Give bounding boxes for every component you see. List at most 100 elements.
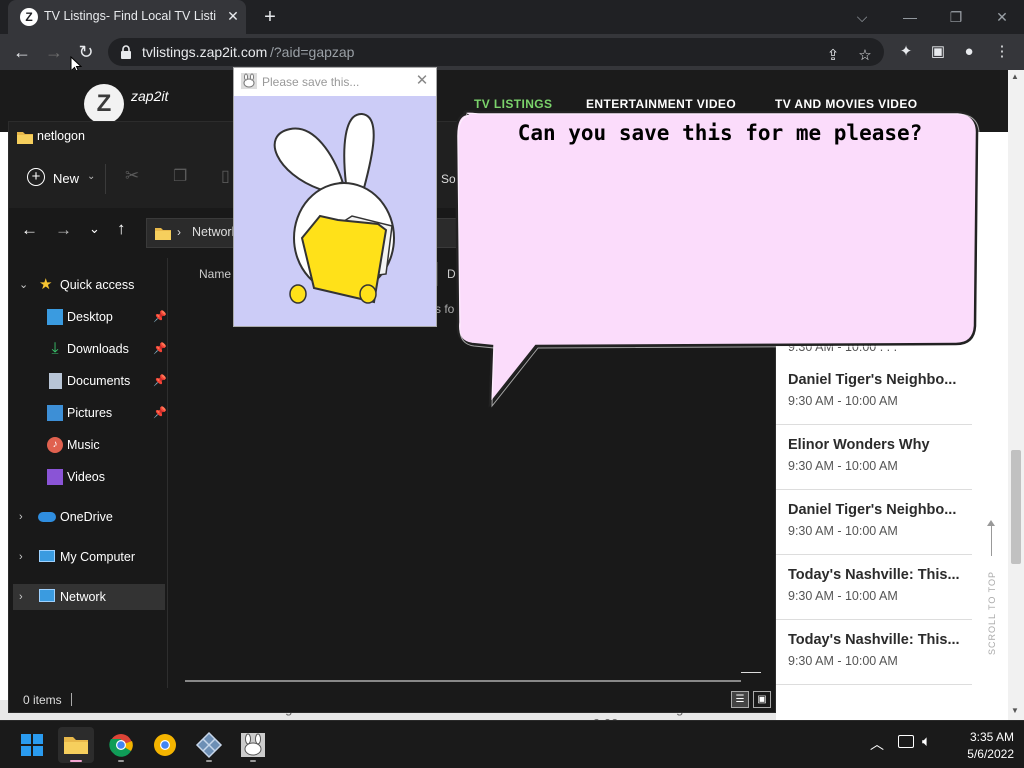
expand-chevron-icon[interactable]: ⌄ — [19, 272, 28, 298]
large-icons-view-icon[interactable]: ▣ — [753, 691, 771, 708]
show-time: 9:30 AM - 10:00 AM — [788, 589, 898, 603]
bookmark-star-icon[interactable]: ☆ — [854, 45, 876, 67]
nav-item-label: OneDrive — [60, 510, 113, 524]
cloud-icon — [38, 512, 56, 522]
extensions-icon[interactable]: ✦ — [895, 41, 917, 63]
breadcrumb-network[interactable]: Network — [192, 225, 238, 239]
windows-logo-icon — [21, 734, 43, 756]
back-icon[interactable]: ← — [10, 41, 34, 63]
folder-icon — [155, 228, 171, 240]
nav-network[interactable]: › Network — [13, 584, 165, 610]
nav-item-label: Quick access — [60, 278, 135, 292]
expand-chevron-icon[interactable]: › — [19, 544, 23, 570]
details-view-icon[interactable]: ☰ — [731, 691, 749, 708]
pin-icon: 📌 — [153, 343, 167, 355]
up-folder-icon[interactable]: ↑ — [117, 219, 126, 239]
url-path: /?aid=gapzap — [270, 44, 355, 60]
nav-quick-access[interactable]: ⌄ ★ Quick access — [13, 272, 165, 298]
page-scrollbar[interactable]: ▲ ▼ — [1008, 70, 1024, 720]
zap2it-logo[interactable]: Z — [84, 84, 124, 124]
nav-item-label: Downloads — [67, 342, 129, 356]
address-bar[interactable]: tvlistings.zap2it.com /?aid=gapzap ⇪ ☆ — [108, 38, 884, 66]
expand-chevron-icon[interactable]: › — [19, 584, 23, 610]
nav-music[interactable]: ♪ Music — [13, 432, 165, 458]
show-hidden-icons-icon[interactable]: ︿ — [870, 734, 884, 754]
popup-title-bar[interactable]: Please save this... ✕ — [234, 68, 436, 96]
network-icon — [39, 589, 55, 602]
music-icon: ♪ — [47, 437, 63, 453]
plus-circle-icon: + — [27, 168, 45, 186]
new-button[interactable]: + New ⌄ — [27, 166, 115, 194]
save-request-popup: Please save this... ✕ — [233, 67, 437, 327]
zap2it-brand: zap2it — [131, 88, 169, 104]
show-card[interactable]: Today's Nashville: This... 9:30 AM - 10:… — [776, 555, 972, 620]
taskbar-chrome-variant[interactable] — [147, 727, 183, 763]
bunny-holding-folder-illustration — [273, 112, 395, 304]
start-button[interactable] — [14, 727, 50, 763]
taskbar-remote-app[interactable] — [191, 727, 227, 763]
minimize-icon[interactable]: — — [896, 6, 924, 28]
volume-icon[interactable]: 🔈︎ — [922, 733, 931, 750]
show-card[interactable]: Today's Nashville: This... 9:30 AM - 10:… — [776, 620, 972, 685]
explorer-forward-icon[interactable]: → — [55, 220, 72, 240]
new-tab-icon[interactable]: + — [258, 6, 282, 28]
videos-icon — [47, 469, 63, 485]
restore-icon[interactable]: ❐ — [942, 6, 970, 28]
horizontal-scrollbar[interactable] — [185, 680, 741, 682]
speech-bubble-text: Can you save this for me please? — [517, 121, 923, 145]
download-icon: ⤓ — [51, 340, 59, 357]
display-icon[interactable] — [898, 735, 914, 748]
scroll-to-top-label: SCROLL TO TOP — [987, 570, 997, 656]
column-divider[interactable] — [437, 262, 438, 286]
recent-locations-icon[interactable]: ⌄ — [89, 221, 100, 237]
document-icon — [49, 373, 62, 389]
show-title: Daniel Tiger's Neighbo... — [788, 502, 957, 518]
nav-my-computer[interactable]: › My Computer — [13, 544, 165, 570]
nav-onedrive[interactable]: › OneDrive — [13, 504, 165, 530]
bunny-app-icon — [241, 73, 257, 89]
share-icon[interactable]: ⇪ — [822, 45, 844, 67]
show-card[interactable]: Elinor Wonders Why 9:30 AM - 10:00 AM — [776, 425, 972, 490]
profile-icon[interactable]: ● — [958, 41, 980, 63]
forward-icon[interactable]: → — [42, 41, 66, 63]
nav-desktop[interactable]: Desktop 📌 — [13, 304, 167, 330]
column-header-name[interactable]: Name — [199, 267, 231, 281]
copy-icon[interactable]: ❐ — [173, 166, 187, 186]
window-close-icon[interactable]: ✕ — [988, 6, 1016, 28]
side-panel-icon[interactable]: ▣ — [927, 41, 949, 63]
clock-date[interactable]: 5/6/2022 — [954, 747, 1014, 761]
popup-close-icon[interactable]: ✕ — [412, 71, 432, 91]
taskbar-chrome[interactable] — [103, 727, 139, 763]
cut-icon[interactable]: ✂ — [125, 166, 139, 186]
clock-time[interactable]: 3:35 AM — [954, 730, 1014, 744]
nav-documents[interactable]: Documents 📌 — [13, 368, 167, 394]
computer-icon — [39, 550, 55, 562]
tab-search-icon[interactable]: ⌵ — [848, 6, 876, 28]
scroll-down-icon[interactable]: ▼ — [1011, 706, 1019, 715]
nav-videos[interactable]: Videos — [13, 464, 165, 490]
url-host: tvlistings.zap2it.com — [142, 44, 268, 60]
paste-icon[interactable]: ▯ — [221, 166, 230, 186]
nav-downloads[interactable]: ⤓ Downloads 📌 — [13, 336, 167, 362]
scroll-up-icon[interactable]: ▲ — [1011, 72, 1019, 81]
scroll-thumb[interactable] — [1011, 450, 1021, 564]
popup-title: Please save this... — [262, 75, 360, 89]
browser-tab[interactable]: Z TV Listings- Find Local TV Listings ✕ — [8, 0, 246, 34]
pin-icon: 📌 — [153, 311, 167, 323]
nav-item-label: Network — [60, 590, 106, 604]
expand-chevron-icon[interactable]: › — [19, 504, 23, 530]
star-icon: ★ — [39, 276, 53, 293]
nav-pictures[interactable]: Pictures 📌 — [13, 400, 167, 426]
nav-item-label: Pictures — [67, 406, 113, 420]
pane-divider[interactable] — [167, 258, 168, 688]
chevron-right-icon: › — [177, 225, 181, 239]
show-card[interactable]: Daniel Tiger's Neighbo... 9:30 AM - 10:0… — [776, 490, 972, 555]
explorer-back-icon[interactable]: ← — [21, 220, 38, 240]
scroll-to-top-button[interactable]: SCROLL TO TOP — [978, 520, 1006, 660]
nav-item-label: Videos — [67, 470, 105, 484]
taskbar-bunny-app[interactable] — [235, 727, 271, 763]
tab-close-icon[interactable]: ✕ — [224, 7, 242, 25]
browser-menu-icon[interactable]: ⋮ — [991, 41, 1013, 63]
pin-icon: 📌 — [153, 375, 167, 387]
taskbar-file-explorer[interactable] — [58, 727, 94, 763]
